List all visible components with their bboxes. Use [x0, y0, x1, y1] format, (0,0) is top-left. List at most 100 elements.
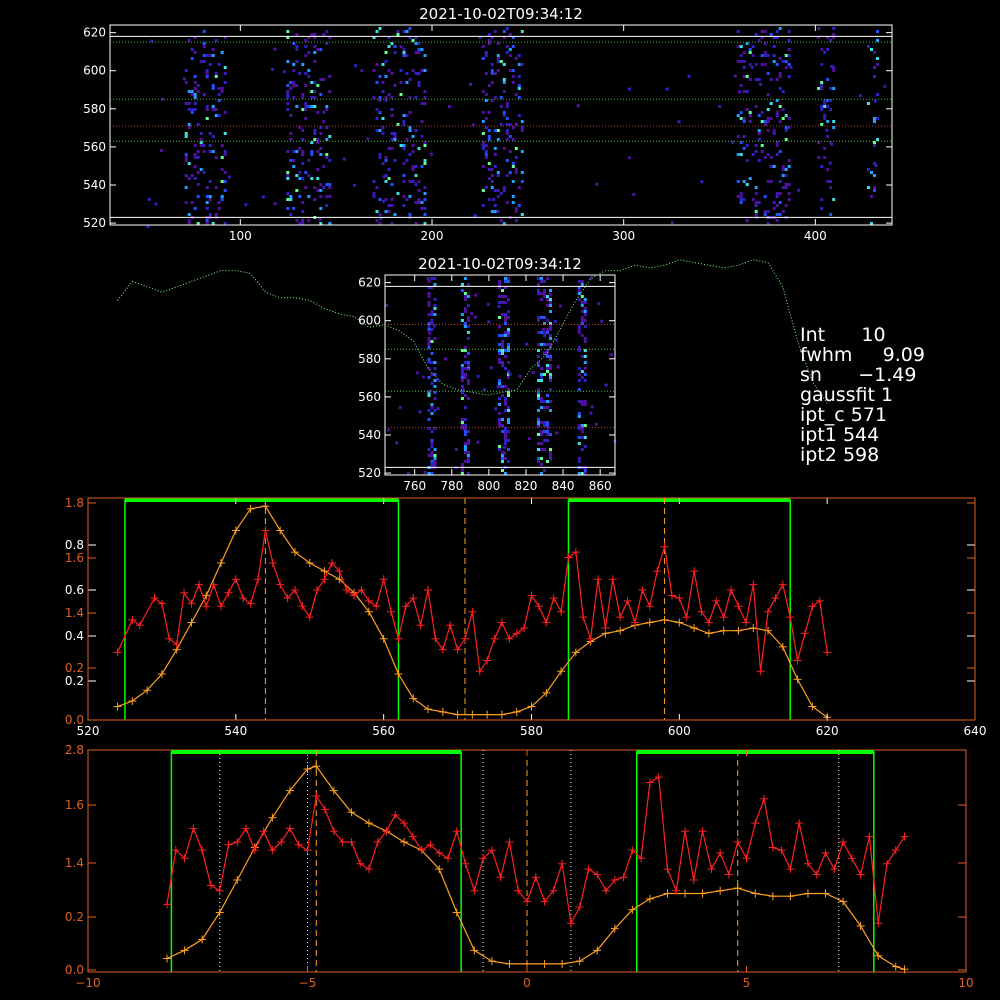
pixel: [328, 90, 332, 93]
pixel: [463, 346, 467, 349]
pixel: [627, 156, 631, 160]
pixel: [870, 195, 873, 198]
pixel: [787, 165, 791, 168]
pixel: [430, 454, 434, 457]
pixel: [220, 198, 224, 201]
pixel: [543, 292, 546, 295]
pixel: [766, 93, 770, 96]
pixel: [772, 54, 776, 57]
pixel: [503, 451, 507, 455]
pixel: [540, 463, 543, 466]
pixel: [202, 93, 206, 96]
pixel: [304, 54, 308, 57]
pixel: [289, 114, 293, 117]
pixel: [304, 72, 308, 75]
pixel: [549, 310, 552, 313]
pixel: [556, 365, 560, 369]
pixel: [417, 201, 421, 204]
pixel: [289, 213, 293, 216]
pixel: [372, 96, 376, 99]
pixel: [184, 81, 188, 84]
pixel: [498, 295, 501, 298]
pixel: [511, 75, 515, 78]
pixel: [461, 387, 465, 391]
pixel: [498, 358, 501, 361]
pixel: [787, 39, 791, 42]
pixel: [433, 397, 437, 400]
pixel: [205, 117, 209, 120]
pixel: [737, 90, 741, 94]
pixel: [399, 93, 403, 96]
pixel: [436, 407, 440, 411]
pixel: [577, 415, 581, 418]
pixel: [499, 219, 503, 222]
pixel: [199, 138, 203, 141]
pixel: [543, 343, 546, 346]
pixel: [193, 51, 197, 54]
pixel: [508, 33, 512, 36]
pixel: [325, 204, 329, 207]
pixel: [748, 120, 752, 123]
pixel: [577, 331, 581, 334]
pixel: [498, 445, 501, 448]
y-tick-label: 0.2: [65, 674, 84, 688]
pixel: [322, 165, 326, 168]
pixel: [739, 117, 743, 120]
pixel: [505, 45, 509, 48]
pixel: [289, 198, 293, 201]
pixel: [546, 460, 549, 463]
pixel: [387, 93, 391, 96]
pixel: [466, 364, 470, 367]
pixel: [757, 132, 761, 135]
pixel: [208, 54, 212, 57]
pixel: [499, 60, 503, 63]
pixel: [193, 144, 197, 147]
pixel: [537, 460, 540, 463]
pixel: [511, 138, 515, 141]
pixel: [466, 316, 470, 319]
pixel: [196, 171, 200, 174]
pixel: [501, 352, 504, 355]
pixel: [502, 114, 506, 117]
pixel: [498, 421, 501, 424]
pixel: [775, 78, 779, 81]
pixel: [286, 93, 290, 96]
pixel: [543, 448, 546, 451]
y-tick-label: 1.4: [65, 856, 84, 870]
pixel: [427, 358, 431, 361]
pixel: [503, 445, 506, 449]
pixel: [577, 436, 581, 439]
pixel: [540, 316, 543, 319]
pixel: [583, 469, 587, 472]
pixel: [508, 54, 512, 57]
pixel: [742, 147, 746, 150]
y-tick-label: 0.4: [65, 629, 84, 643]
pixel: [549, 448, 552, 451]
pixel: [310, 33, 314, 36]
pixel: [549, 388, 552, 391]
pixel: [202, 54, 206, 57]
pixel: [498, 334, 501, 337]
pixel: [832, 33, 836, 36]
pixel: [748, 48, 752, 51]
pixel: [508, 135, 512, 138]
pixel: [325, 138, 329, 141]
pixel: [484, 72, 488, 75]
pixel: [381, 132, 385, 135]
pixel: [775, 219, 779, 222]
pixel: [496, 171, 500, 174]
pixel: [823, 102, 827, 105]
pixel: [481, 147, 485, 150]
pixel: [504, 316, 507, 319]
pixel: [493, 204, 497, 207]
pixel: [830, 142, 834, 146]
pixel: [193, 156, 197, 159]
pixel: [304, 108, 308, 111]
pixel: [408, 213, 412, 216]
pixel: [829, 108, 833, 111]
pixel: [393, 84, 397, 87]
info-sn: sn −1.49: [800, 364, 917, 386]
pixel: [466, 325, 470, 328]
pixel: [223, 153, 227, 156]
pixel: [873, 144, 876, 147]
